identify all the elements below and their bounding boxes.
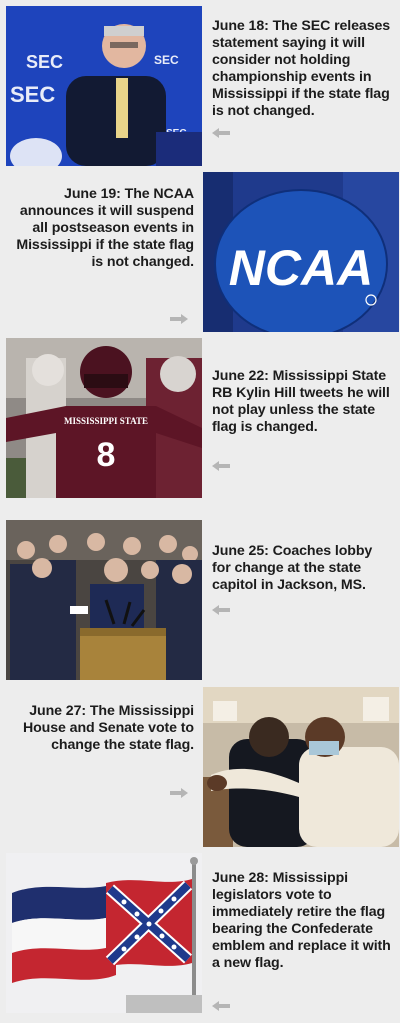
state-flag-photo bbox=[6, 853, 202, 1013]
svg-text:SEC: SEC bbox=[154, 53, 179, 67]
jersey-number: 8 bbox=[97, 436, 116, 474]
coaches-photo bbox=[6, 520, 202, 680]
event-text-june-25: June 25: Coaches lobby for change at the… bbox=[212, 543, 373, 593]
event-text-june-28: June 28: Mississippi legislators vote to… bbox=[212, 870, 391, 971]
event-text-june-22: June 22: Mississippi State RB Kylin Hill… bbox=[212, 368, 390, 435]
event-text-june-27: June 27: The Mississippi House and Senat… bbox=[22, 703, 194, 753]
timeline: SEC SEC SEC SEC June 18: The SEC release… bbox=[0, 0, 400, 1023]
svg-text:SEC: SEC bbox=[10, 82, 55, 107]
sec-photo: SEC SEC SEC SEC bbox=[6, 6, 202, 166]
arrow-left-icon bbox=[212, 461, 230, 471]
arrow-left-icon bbox=[212, 1001, 230, 1011]
arrow-left-icon bbox=[212, 605, 230, 615]
event-text-june-19: June 19: The NCAA announces it will susp… bbox=[16, 186, 194, 270]
arrow-right-icon bbox=[170, 314, 188, 324]
ncaa-logo-text: NCAA bbox=[229, 240, 373, 296]
event-text-june-18: June 18: The SEC releases statement sayi… bbox=[212, 18, 391, 119]
jersey-text: MISSISSIPPI STATE bbox=[64, 416, 148, 426]
ncaa-photo: NCAA bbox=[203, 172, 399, 332]
svg-text:SEC: SEC bbox=[26, 52, 63, 72]
football-player-photo: MISSISSIPPI STATE 8 bbox=[6, 338, 202, 498]
arrow-left-icon bbox=[212, 128, 230, 138]
arrow-right-icon bbox=[170, 788, 188, 798]
legislators-embrace-photo bbox=[203, 687, 399, 847]
